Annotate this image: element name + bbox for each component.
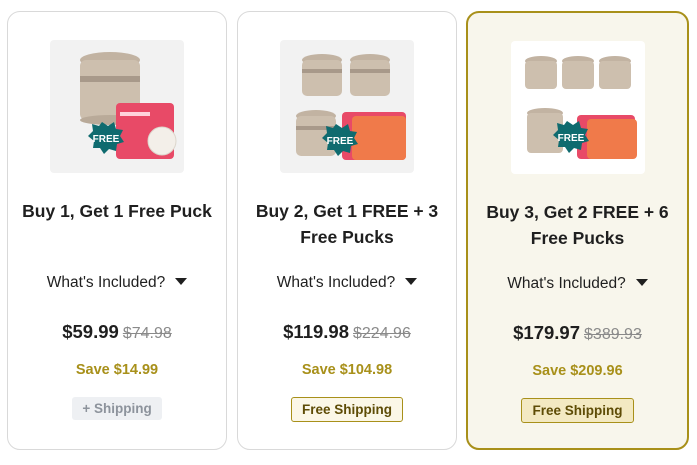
price-row: $119.98 $224.96 (238, 321, 456, 343)
bundle-title: Buy 3, Get 2 FREE + 6 Free Pucks (486, 202, 669, 248)
bundle-card-3[interactable]: FREE Buy 3, Get 2 FREE + 6 Free Pucks Wh… (466, 11, 689, 450)
product-image: FREE (510, 41, 645, 174)
free-badge-text: FREE (93, 134, 120, 145)
original-price: $224.96 (353, 325, 411, 342)
whats-included-label: What's Included? (276, 274, 396, 291)
free-badge-text: FREE (557, 133, 584, 144)
product-image: FREE (50, 40, 184, 173)
caret-down-icon (175, 278, 188, 286)
sale-price: $179.97 (513, 322, 581, 343)
caret-down-icon (635, 279, 648, 287)
bundle-title: Buy 2, Get 1 FREE + 3 Free Pucks (255, 201, 439, 247)
caret-down-icon (405, 278, 418, 286)
bundle-options: FREE Buy 1, Get 1 Free Puck What's Inclu… (0, 0, 697, 465)
bundle-title: Buy 1, Get 1 Free Puck (22, 201, 212, 221)
savings-text: Save $14.99 (75, 362, 159, 378)
whats-included-toggle[interactable]: What's Included? (8, 274, 226, 292)
savings-text: Save $104.98 (301, 362, 393, 378)
shipping-badge: + Shipping (72, 397, 162, 420)
whats-included-label: What's Included? (46, 274, 166, 291)
whats-included-toggle[interactable]: What's Included? (238, 274, 456, 292)
savings-text: Save $209.96 (532, 363, 623, 379)
product-image: FREE (280, 40, 414, 173)
bundle-card-2[interactable]: FREE Buy 2, Get 1 FREE + 3 Free Pucks Wh… (237, 11, 457, 450)
sale-price: $119.98 (283, 321, 349, 342)
free-badge-text: FREE (327, 136, 354, 147)
bundle-card-1[interactable]: FREE Buy 1, Get 1 Free Puck What's Inclu… (7, 11, 227, 450)
price-row: $59.99 $74.98 (8, 321, 226, 343)
whats-included-label: What's Included? (507, 275, 626, 292)
price-row: $179.97 $389.93 (468, 322, 687, 344)
whats-included-toggle[interactable]: What's Included? (468, 275, 687, 293)
sale-price: $59.99 (62, 321, 119, 342)
original-price: $389.93 (584, 326, 642, 343)
shipping-badge: Free Shipping (521, 398, 634, 423)
original-price: $74.98 (122, 325, 172, 342)
shipping-badge: Free Shipping (290, 397, 403, 422)
